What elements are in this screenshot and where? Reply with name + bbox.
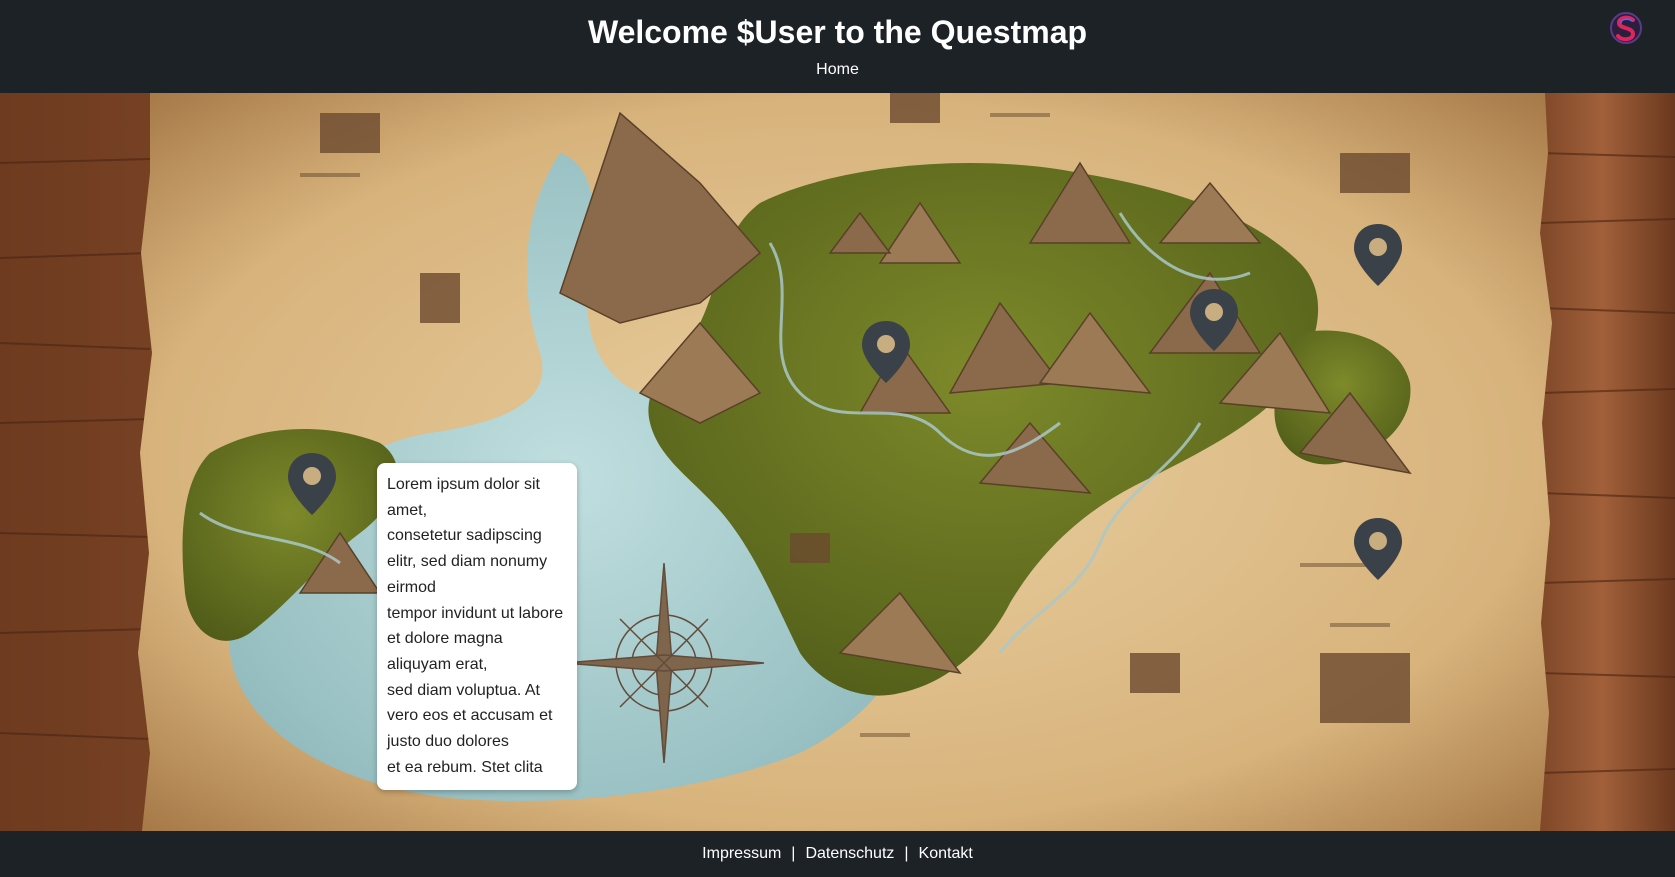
popup-text-line: sed diam voluptua. At vero eos et accusa…: [387, 681, 553, 751]
main-nav: Home: [0, 60, 1675, 80]
map-pin-icon[interactable]: [1188, 287, 1240, 353]
footer-link-datenschutz[interactable]: Datenschutz: [805, 845, 894, 862]
map-pin-icon[interactable]: [286, 451, 338, 517]
page-footer: Impressum | Datenschutz | Kontakt: [0, 831, 1675, 872]
nav-home-link[interactable]: Home: [816, 61, 859, 78]
parchment-map-illustration: [0, 93, 1675, 831]
popup-text-line: Lorem ipsum dolor sit amet,: [387, 476, 540, 519]
map-pin-icon[interactable]: [1352, 516, 1404, 582]
quest-map[interactable]: Lorem ipsum dolor sit amet, consetetur s…: [0, 93, 1675, 831]
page-title: Welcome $User to the Questmap: [587, 14, 1088, 50]
page-header: Welcome $User to the Questmap Home: [0, 0, 1675, 93]
popup-text-line: consetetur sadipscing elitr, sed diam no…: [387, 527, 548, 596]
map-pin-icon[interactable]: [860, 319, 912, 385]
footer-separator: |: [904, 845, 909, 862]
popup-text-line: et ea rebum. Stet clita: [387, 758, 543, 776]
footer-link-kontakt[interactable]: Kontakt: [919, 845, 973, 862]
s-logo-icon[interactable]: [1609, 10, 1643, 46]
map-pin-icon[interactable]: [1352, 222, 1404, 288]
footer-separator: |: [791, 845, 796, 862]
popup-text-line: tempor invidunt ut labore et dolore magn…: [387, 604, 564, 673]
footer-link-impressum[interactable]: Impressum: [702, 845, 781, 862]
location-popup: Lorem ipsum dolor sit amet, consetetur s…: [377, 463, 577, 790]
